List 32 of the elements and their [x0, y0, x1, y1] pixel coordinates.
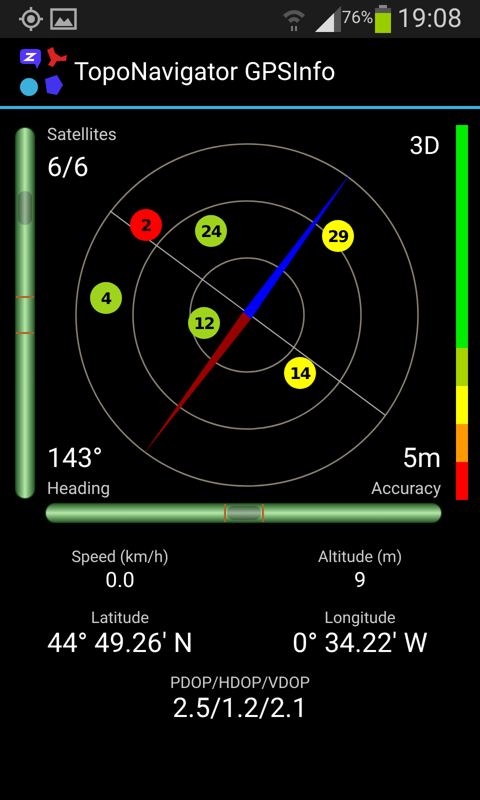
accuracy-value: 5m: [402, 445, 441, 472]
reading-label: Latitude: [90, 610, 149, 626]
battery-percent: 76%: [342, 7, 374, 30]
reading-value: 9: [354, 571, 366, 592]
gps-icon: [18, 6, 44, 32]
reading-label: Longitude: [324, 610, 396, 626]
satellite-marker: 4: [90, 282, 122, 314]
satellite-marker: 24: [195, 215, 227, 247]
reading-value: 44° 49.26′ N: [47, 630, 193, 657]
satellite-marker: 14: [284, 357, 316, 389]
image-icon: [50, 8, 77, 30]
app-title: TopoNavigator GPSInfo: [74, 60, 336, 84]
satellite-marker: 29: [322, 220, 354, 252]
satellites-count: 6/6: [47, 154, 88, 181]
reading-value: 0° 34.22′ W: [292, 630, 428, 657]
battery-icon: [375, 5, 392, 33]
wifi-icon: [280, 7, 307, 31]
clock-time: 19:08: [397, 2, 462, 36]
reading-value: 2.5/1.2/2.1: [172, 695, 308, 722]
reading-value: 0.0: [105, 571, 135, 592]
satellite-marker: 2: [130, 209, 162, 241]
app-logo-icon: [17, 47, 67, 97]
heading-value: 143°: [47, 445, 103, 472]
reading-label: PDOP/HDOP/VDOP: [170, 675, 310, 691]
signal-icon: [314, 6, 341, 32]
fix-type: 3D: [410, 134, 440, 159]
heading-label: Heading: [47, 481, 110, 498]
accuracy-label: Accuracy: [371, 481, 441, 498]
satellite-marker: 12: [188, 307, 220, 339]
satellites-label: Satellites: [47, 127, 117, 144]
reading-label: Altitude (m): [318, 549, 402, 565]
reading-label: Speed (km/h): [71, 549, 169, 565]
